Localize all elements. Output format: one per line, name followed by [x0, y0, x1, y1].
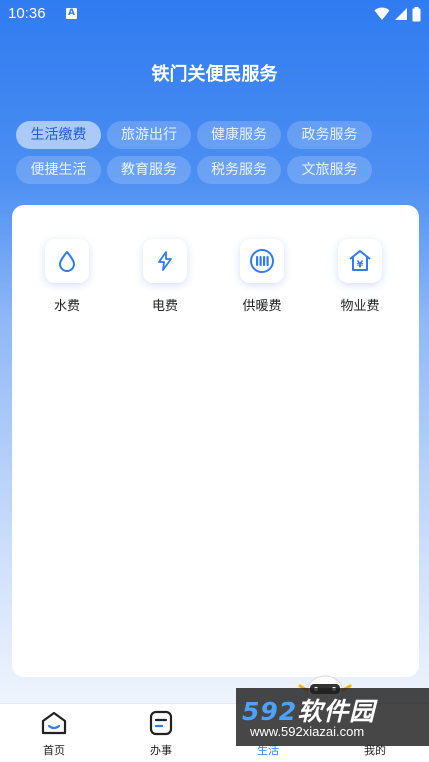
watermark-number: 592 — [242, 697, 298, 726]
service-heating[interactable]: 供暖费 — [232, 239, 292, 314]
status-icons — [374, 6, 421, 22]
home-icon — [24, 710, 84, 736]
status-time: 10:36 — [8, 5, 46, 22]
status-bar: 10:36 A — [0, 0, 429, 30]
lightning-icon — [143, 239, 187, 283]
service-water[interactable]: 水费 — [37, 239, 97, 314]
chip-travel[interactable]: 旅游出行 — [107, 121, 191, 149]
chip-life-payment[interactable]: 生活缴费 — [16, 121, 101, 149]
tab-label: 首页 — [43, 744, 65, 757]
wifi-icon — [374, 7, 390, 20]
water-drop-icon — [45, 239, 89, 283]
service-label: 水费 — [53, 299, 80, 314]
service-electricity[interactable]: 电费 — [135, 239, 195, 314]
chip-convenience[interactable]: 便捷生活 — [16, 156, 101, 184]
chip-government[interactable]: 政务服务 — [287, 121, 372, 149]
watermark-brand: 软件园 — [297, 697, 376, 726]
services-card: 水费 电费 供暖费 ¥ 物业费 — [12, 205, 419, 677]
chip-tax[interactable]: 税务服务 — [197, 156, 281, 184]
page-title: 铁门关便民服务 — [151, 64, 278, 85]
watermark-url: www.592xiazai.com — [250, 724, 365, 739]
notification-badge: A — [66, 8, 77, 19]
svg-text:¥: ¥ — [357, 260, 364, 271]
house-yuan-icon: ¥ — [338, 239, 382, 283]
tab-services[interactable]: 办事 — [131, 710, 191, 758]
watermark-logo: 592软件园 — [242, 692, 375, 728]
document-icon — [131, 710, 191, 736]
service-label: 物业费 — [340, 299, 380, 314]
battery-icon — [412, 6, 421, 21]
service-property[interactable]: ¥ 物业费 — [330, 239, 390, 314]
watermark: 592软件园 www.592xiazai.com — [236, 688, 429, 746]
service-label: 供暖费 — [242, 299, 282, 314]
tab-label: 办事 — [150, 744, 172, 757]
chip-education[interactable]: 教育服务 — [107, 156, 191, 184]
tab-home[interactable]: 首页 — [24, 710, 84, 758]
chip-health[interactable]: 健康服务 — [197, 121, 281, 149]
service-label: 电费 — [151, 299, 178, 314]
radiator-icon — [240, 239, 284, 283]
signal-icon — [395, 8, 407, 20]
chip-culture-tourism[interactable]: 文旅服务 — [287, 156, 372, 184]
